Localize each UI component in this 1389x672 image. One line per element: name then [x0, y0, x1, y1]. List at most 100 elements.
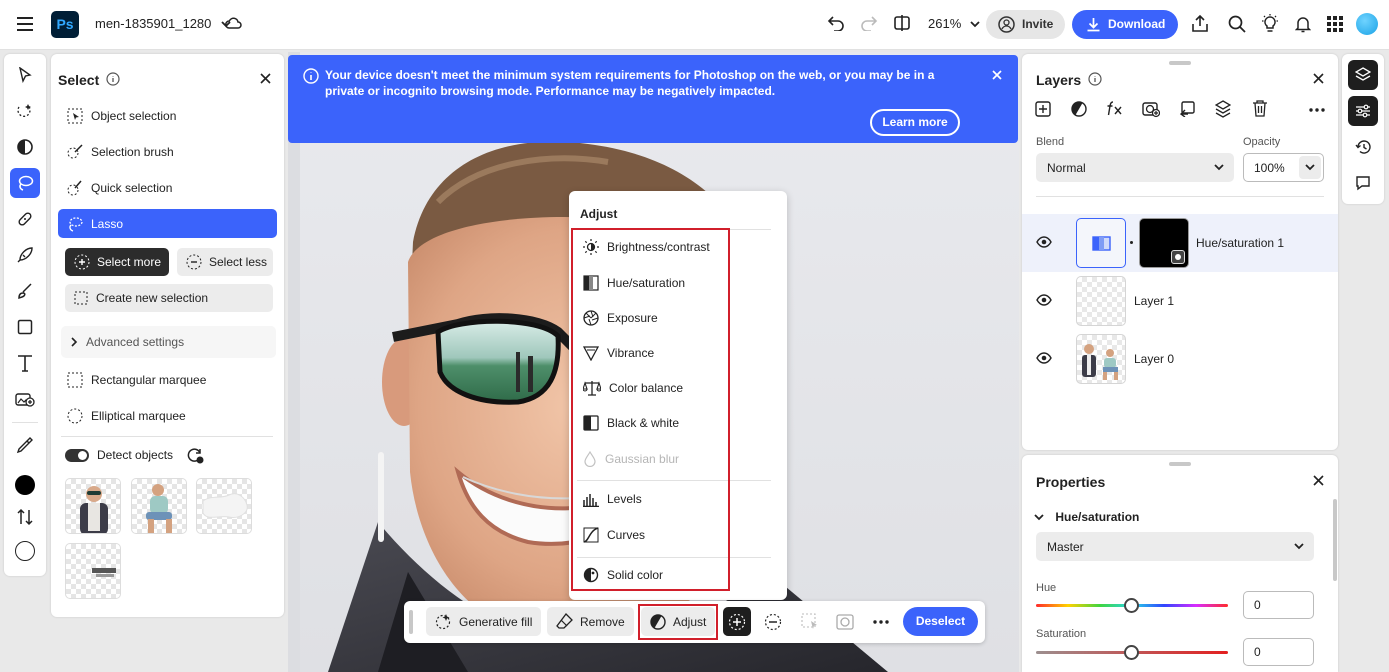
remove-button[interactable]: Remove — [547, 607, 634, 636]
type-tool-icon[interactable] — [10, 348, 40, 378]
section-toggle[interactable]: Hue/saturation — [1034, 510, 1139, 524]
properties-panel-icon[interactable] — [1348, 96, 1378, 126]
layer-stack-icon[interactable] — [1215, 100, 1231, 118]
document-title[interactable]: men-1835901_1280 — [95, 16, 231, 31]
eyedropper-icon[interactable] — [10, 430, 40, 460]
compare-icon[interactable] — [893, 14, 911, 32]
detected-object-thumbnail[interactable] — [65, 478, 121, 534]
adjust-tool-icon[interactable] — [10, 132, 40, 162]
learn-more-button[interactable]: Learn more — [870, 109, 960, 136]
panel-grip[interactable] — [1169, 61, 1191, 65]
hue-slider-thumb[interactable] — [1124, 598, 1139, 613]
add-layer-icon[interactable] — [1035, 101, 1051, 117]
elliptical-marquee-icon — [67, 408, 83, 424]
select-more-button[interactable]: Select more — [65, 248, 169, 276]
healing-brush-icon[interactable] — [10, 204, 40, 234]
close-icon[interactable] — [260, 73, 271, 84]
info-icon[interactable] — [1088, 72, 1102, 86]
blend-mode-select[interactable]: Normal — [1036, 153, 1234, 182]
close-icon[interactable] — [1313, 475, 1324, 486]
refresh-detect-icon[interactable] — [186, 447, 204, 464]
lasso-item[interactable]: Lasso — [58, 209, 277, 238]
search-icon[interactable] — [1228, 15, 1246, 33]
add-image-icon[interactable] — [10, 384, 40, 414]
mask-icon[interactable] — [834, 611, 856, 633]
close-icon[interactable] — [992, 70, 1002, 80]
magic-select-tool-icon[interactable] — [10, 96, 40, 126]
quick-selection-item[interactable]: Quick selection — [58, 173, 277, 202]
scrollbar[interactable] — [1333, 499, 1337, 581]
clip-layer-icon[interactable] — [1179, 101, 1195, 117]
mask-layer-icon[interactable] — [1142, 100, 1160, 118]
invite-button[interactable]: Invite — [986, 10, 1065, 39]
bell-icon[interactable] — [1295, 15, 1311, 33]
visibility-eye-icon[interactable] — [1036, 294, 1052, 306]
rectangular-marquee-item[interactable]: Rectangular marquee — [58, 365, 277, 394]
divider — [1036, 196, 1324, 197]
history-icon[interactable] — [1348, 132, 1378, 162]
selection-brush-item[interactable]: Selection brush — [58, 137, 277, 166]
apps-grid-icon[interactable] — [1327, 16, 1343, 32]
brush-tool-icon[interactable] — [10, 276, 40, 306]
opacity-input[interactable]: 100% — [1243, 153, 1324, 182]
visibility-eye-icon[interactable] — [1036, 236, 1052, 248]
more-options-icon[interactable] — [1309, 108, 1325, 112]
foreground-color-swatch[interactable] — [10, 470, 40, 500]
trash-icon[interactable] — [1252, 100, 1268, 117]
detected-object-thumbnail[interactable] — [65, 543, 121, 599]
shape-tool-icon[interactable] — [10, 312, 40, 342]
move-tool-icon[interactable] — [10, 60, 40, 90]
lightbulb-icon[interactable] — [1261, 14, 1279, 34]
generative-fill-button[interactable]: Generative fill — [426, 607, 542, 636]
info-icon[interactable] — [106, 72, 120, 86]
background-color-swatch[interactable] — [10, 536, 40, 566]
quick-actions-icon[interactable] — [10, 240, 40, 270]
add-selection-button[interactable] — [723, 607, 751, 636]
channel-select[interactable]: Master — [1036, 532, 1314, 561]
object-selection-icon — [67, 108, 83, 124]
redo-icon[interactable] — [860, 15, 878, 31]
object-selection-item[interactable]: Object selection — [58, 101, 277, 130]
effects-icon[interactable] — [1106, 100, 1124, 116]
download-icon — [1086, 17, 1101, 32]
layer-row[interactable]: Layer 0 — [1022, 330, 1338, 388]
panel-grip[interactable] — [1169, 462, 1191, 466]
hue-input[interactable]: 0 — [1243, 591, 1314, 619]
transform-selection-icon[interactable] — [799, 611, 821, 633]
close-icon[interactable] — [1313, 73, 1324, 84]
download-button[interactable]: Download — [1072, 10, 1178, 39]
lasso-icon — [67, 216, 83, 232]
layers-panel-icon[interactable] — [1348, 60, 1378, 90]
swap-colors-icon[interactable] — [10, 502, 40, 532]
select-less-button[interactable]: Select less — [177, 248, 273, 276]
avatar[interactable] — [1356, 13, 1378, 35]
opacity-dropdown-button[interactable] — [1299, 156, 1321, 179]
detect-objects-toggle[interactable] — [65, 449, 89, 462]
deselect-button[interactable]: Deselect — [903, 607, 978, 636]
advanced-settings-toggle[interactable]: Advanced settings — [61, 326, 276, 358]
more-options-icon[interactable] — [870, 611, 892, 633]
visibility-eye-icon[interactable] — [1036, 352, 1052, 364]
layer-row[interactable]: Layer 1 — [1022, 272, 1338, 330]
share-icon[interactable] — [1191, 14, 1209, 33]
layer-thumbnail — [1076, 334, 1126, 384]
saturation-label: Saturation — [1036, 628, 1087, 640]
adjustment-layer-icon[interactable] — [1071, 101, 1087, 117]
top-bar: Ps men-1835901_1280 261% Invite Download — [0, 0, 1389, 50]
create-new-selection-button[interactable]: Create new selection — [65, 284, 273, 312]
mask-thumbnail — [1139, 218, 1189, 268]
subtract-selection-icon[interactable] — [762, 611, 784, 633]
elliptical-marquee-item[interactable]: Elliptical marquee — [58, 401, 277, 430]
hamburger-menu-icon[interactable] — [16, 16, 34, 32]
detected-object-thumbnail[interactable] — [131, 478, 187, 534]
lasso-tool-icon[interactable] — [10, 168, 40, 198]
undo-icon[interactable] — [827, 15, 845, 31]
comments-icon[interactable] — [1348, 168, 1378, 198]
detected-object-thumbnail[interactable] — [196, 478, 252, 534]
saturation-input[interactable]: 0 — [1243, 638, 1314, 666]
zoom-level[interactable]: 261% — [928, 16, 980, 31]
layer-row[interactable]: Hue/saturation 1 — [1022, 214, 1338, 272]
saturation-slider-thumb[interactable] — [1124, 645, 1139, 660]
cloud-icon[interactable] — [224, 16, 242, 30]
drag-handle[interactable] — [409, 610, 413, 634]
